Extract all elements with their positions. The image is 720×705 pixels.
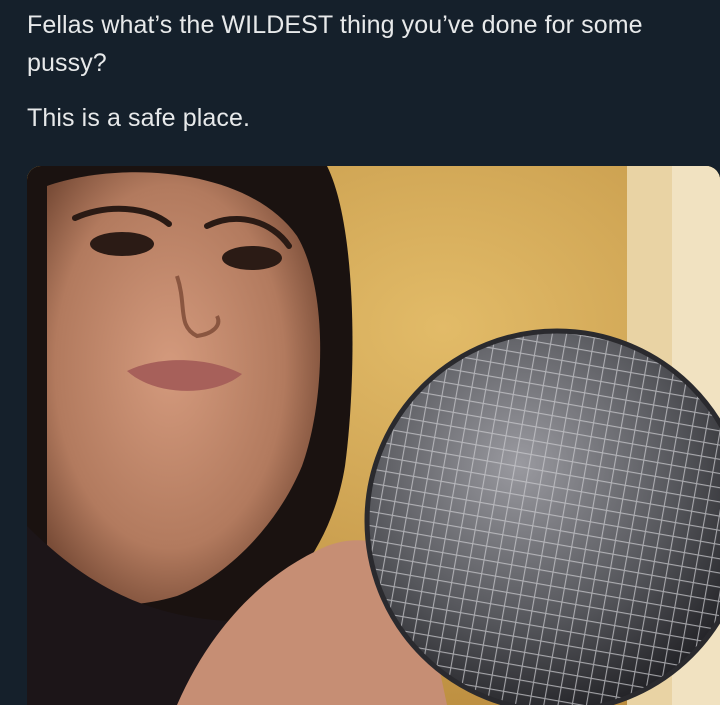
photo-illustration [27, 166, 720, 705]
right-eye [222, 246, 282, 270]
tweet-line-2: This is a safe place. [27, 104, 251, 132]
tweet-media-photo[interactable] [27, 166, 720, 705]
tweet-line-1: Fellas what’s the WILDEST thing you’ve d… [27, 11, 643, 77]
tweet-text: Fellas what’s the WILDEST thing you’ve d… [27, 6, 707, 137]
left-eye [90, 232, 154, 256]
